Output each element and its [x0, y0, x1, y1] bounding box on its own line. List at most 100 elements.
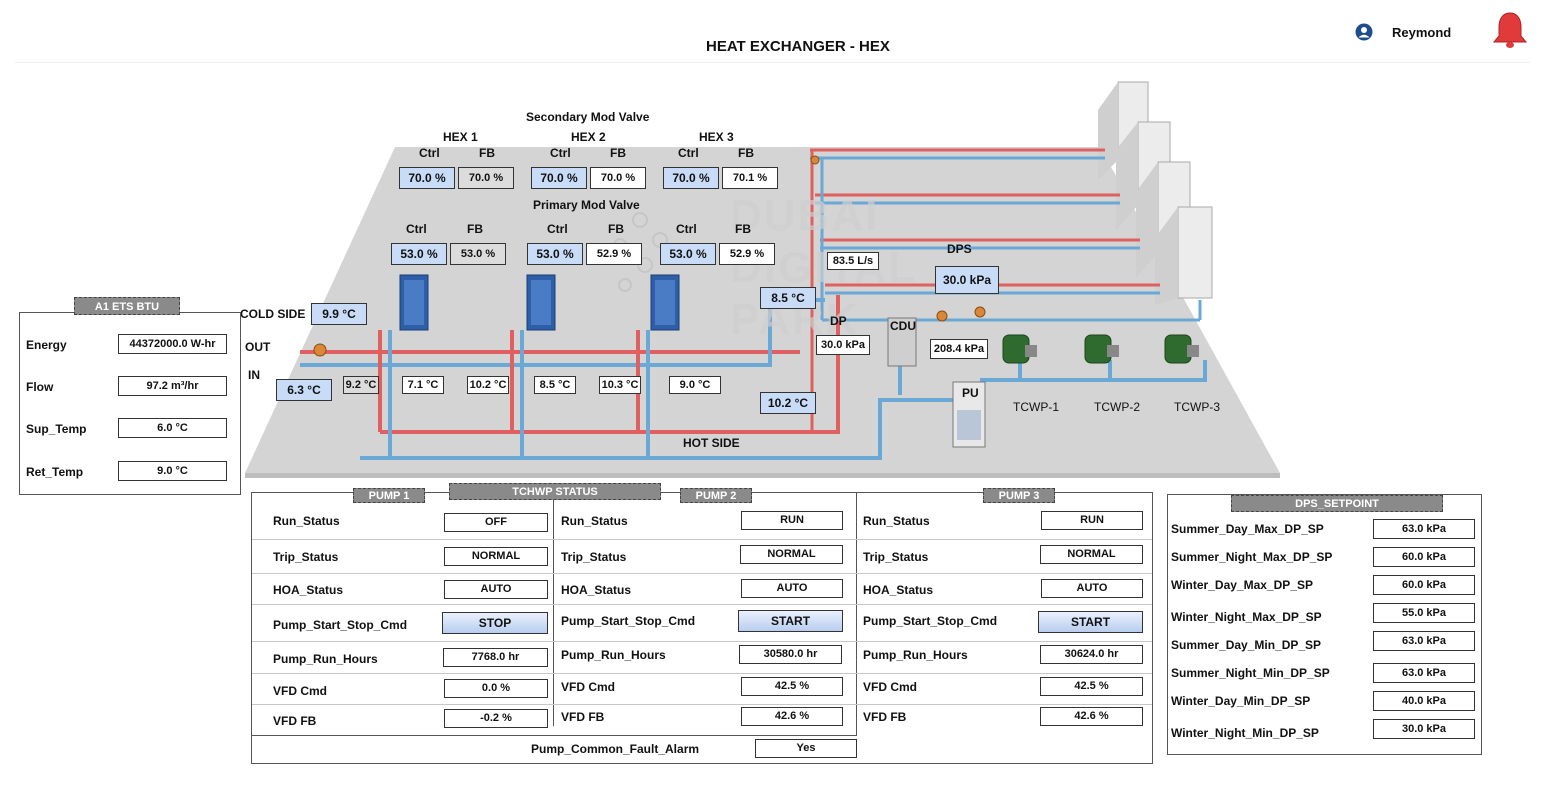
- in-temp: 6.3 °C: [276, 379, 332, 401]
- dps-setpoint-title: DPS_SETPOINT: [1231, 495, 1443, 512]
- dps-sp-value-5[interactable]: 63.0 kPa: [1373, 631, 1475, 651]
- hex1-sec-ctrl-value[interactable]: 70.0 %: [399, 167, 455, 189]
- p1-vfd-fb-value: -0.2 %: [444, 709, 548, 728]
- p1-vfd-fb-label: VFD FB: [273, 714, 317, 728]
- p1-run-status-label: Run_Status: [273, 514, 340, 528]
- p3-run-status-label: Run_Status: [863, 514, 930, 528]
- temp-4: 8.5 °C: [534, 376, 576, 394]
- p2-hoa-status-label: HOA_Status: [561, 583, 632, 597]
- dps-sp-label-5: Summer_Day_Min_DP_SP: [1171, 638, 1322, 652]
- p2-run-status-value: RUN: [741, 511, 843, 530]
- p1-start-stop-label: Pump_Start_Stop_Cmd: [273, 618, 408, 632]
- tchwp-row-divider: [252, 573, 1152, 574]
- dps-sp-label-1: Summer_Day_Max_DP_SP: [1171, 522, 1324, 536]
- dps-sp-value-4[interactable]: 55.0 kPa: [1373, 603, 1475, 623]
- dps-sp-label-4: Winter_Night_Max_DP_SP: [1171, 610, 1322, 624]
- common-fault-label: Pump_Common_Fault_Alarm: [531, 742, 700, 756]
- dps-sp-value-6[interactable]: 63.0 kPa: [1373, 663, 1475, 683]
- p2-run-hours-label: Pump_Run_Hours: [561, 648, 666, 662]
- btu-flow-value: 97.2 m³/hr: [118, 376, 227, 396]
- tchwp-row-divider: [252, 539, 1152, 540]
- dps-sp-value-7[interactable]: 40.0 kPa: [1373, 691, 1475, 711]
- p3-run-status-value: RUN: [1041, 511, 1143, 530]
- p1-hoa-status-value: AUTO: [444, 580, 548, 599]
- btu-ret-temp-label: Ret_Temp: [26, 465, 84, 479]
- btu-title: A1 ETS BTU: [74, 297, 180, 315]
- p1-vfd-cmd-value: 0.0 %: [444, 679, 548, 698]
- p3-vfd-fb-label: VFD FB: [863, 710, 907, 724]
- hex2-sec-ctrl-value[interactable]: 70.0 %: [531, 167, 587, 189]
- cdu-value: 208.4 kPa: [930, 339, 988, 359]
- in-label: IN: [248, 368, 260, 382]
- dps-sp-label-3: Winter_Day_Max_DP_SP: [1171, 578, 1313, 592]
- p2-trip-status-value: NORMAL: [740, 545, 843, 564]
- p2-vfd-cmd-label: VFD Cmd: [561, 680, 615, 694]
- out-label: OUT: [245, 340, 271, 354]
- hex2-sec-fb-value: 70.0 %: [590, 167, 646, 189]
- common-fault-value: Yes: [755, 739, 857, 758]
- temp-6: 9.0 °C: [669, 376, 721, 394]
- hex1-pri-fb-value: 53.0 %: [450, 243, 506, 265]
- dp-label: DP: [830, 314, 847, 328]
- cold-side-temp: 9.9 °C: [311, 303, 367, 325]
- tcwp-2-label: TCWP-2: [1094, 400, 1140, 414]
- p2-run-hours-value: 30580.0 hr: [739, 645, 842, 664]
- tchwp-row-divider: [252, 704, 1152, 705]
- p3-start-stop-label: Pump_Start_Stop_Cmd: [863, 614, 998, 628]
- p3-vfd-cmd-label: VFD Cmd: [863, 680, 917, 694]
- hex1-sec-fb-label: FB: [479, 146, 495, 160]
- hex3-title: HEX 3: [699, 130, 734, 144]
- hex2-pri-ctrl-label: Ctrl: [547, 222, 568, 236]
- pu-label: PU: [962, 386, 979, 400]
- btu-flow-label: Flow: [26, 380, 54, 394]
- p1-hoa-status-label: HOA_Status: [273, 583, 344, 597]
- hex3-pri-ctrl-value[interactable]: 53.0 %: [660, 243, 716, 265]
- tchwp-bottom-line: [252, 735, 857, 736]
- p3-hoa-status-label: HOA_Status: [863, 583, 934, 597]
- p3-run-hours-value: 30624.0 hr: [1040, 645, 1143, 664]
- p2-vfd-fb-label: VFD FB: [561, 710, 605, 724]
- hex3-pri-fb-label: FB: [735, 222, 751, 236]
- tchwp-col-divider-1: [553, 500, 554, 726]
- hex1-pri-fb-label: FB: [467, 222, 483, 236]
- supply-temp: 8.5 °C: [760, 287, 816, 309]
- p3-vfd-fb-value: 42.6 %: [1040, 707, 1143, 726]
- dps-sp-value-3[interactable]: 60.0 kPa: [1373, 575, 1475, 595]
- p1-start-stop-button[interactable]: STOP: [442, 612, 548, 634]
- p3-hoa-status-value: AUTO: [1041, 579, 1143, 598]
- pump1-title: PUMP 1: [353, 488, 425, 503]
- hex3-sec-ctrl-value[interactable]: 70.0 %: [663, 167, 719, 189]
- btu-ret-temp-value: 9.0 °C: [118, 461, 227, 481]
- tchwp-title: TCHWP STATUS: [449, 483, 661, 500]
- dp-value: 30.0 kPa: [816, 335, 870, 355]
- hex3-sec-fb-label: FB: [738, 146, 754, 160]
- dps-sp-value-2[interactable]: 60.0 kPa: [1373, 547, 1475, 567]
- flow-value: 83.5 L/s: [827, 252, 879, 270]
- hot-side-label: HOT SIDE: [683, 436, 740, 450]
- p2-vfd-fb-value: 42.6 %: [741, 707, 843, 726]
- dps-sp-label-7: Winter_Day_Min_DP_SP: [1171, 694, 1311, 708]
- p2-start-stop-button[interactable]: START: [738, 610, 843, 632]
- p1-trip-status-value: NORMAL: [444, 547, 548, 566]
- p2-hoa-status-value: AUTO: [741, 579, 843, 598]
- dps-sp-value-1[interactable]: 63.0 kPa: [1373, 519, 1475, 539]
- p3-start-stop-button[interactable]: START: [1038, 611, 1143, 633]
- hex2-title: HEX 2: [571, 130, 606, 144]
- hex2-pri-fb-value: 52.9 %: [586, 243, 642, 265]
- tcwp-3-label: TCWP-3: [1174, 400, 1220, 414]
- tchwp-row-divider: [252, 641, 1152, 642]
- secondary-mod-valve-title: Secondary Mod Valve: [526, 110, 650, 124]
- hex2-pri-ctrl-value[interactable]: 53.0 %: [527, 243, 583, 265]
- p1-trip-status-label: Trip_Status: [273, 550, 339, 564]
- p1-run-hours-value: 7768.0 hr: [443, 648, 548, 667]
- hex1-pri-ctrl-value[interactable]: 53.0 %: [391, 243, 447, 265]
- hex1-pri-ctrl-label: Ctrl: [406, 222, 427, 236]
- hex3-pri-ctrl-label: Ctrl: [676, 222, 697, 236]
- cold-side-label: COLD SIDE: [240, 307, 306, 321]
- p2-run-status-label: Run_Status: [561, 514, 628, 528]
- dps-sp-value-8[interactable]: 30.0 kPa: [1373, 719, 1475, 739]
- p3-trip-status-label: Trip_Status: [863, 550, 929, 564]
- tchwp-row-divider: [252, 604, 1152, 605]
- return-temp: 10.2 °C: [760, 392, 816, 414]
- btu-sup-temp-label: Sup_Temp: [26, 422, 87, 436]
